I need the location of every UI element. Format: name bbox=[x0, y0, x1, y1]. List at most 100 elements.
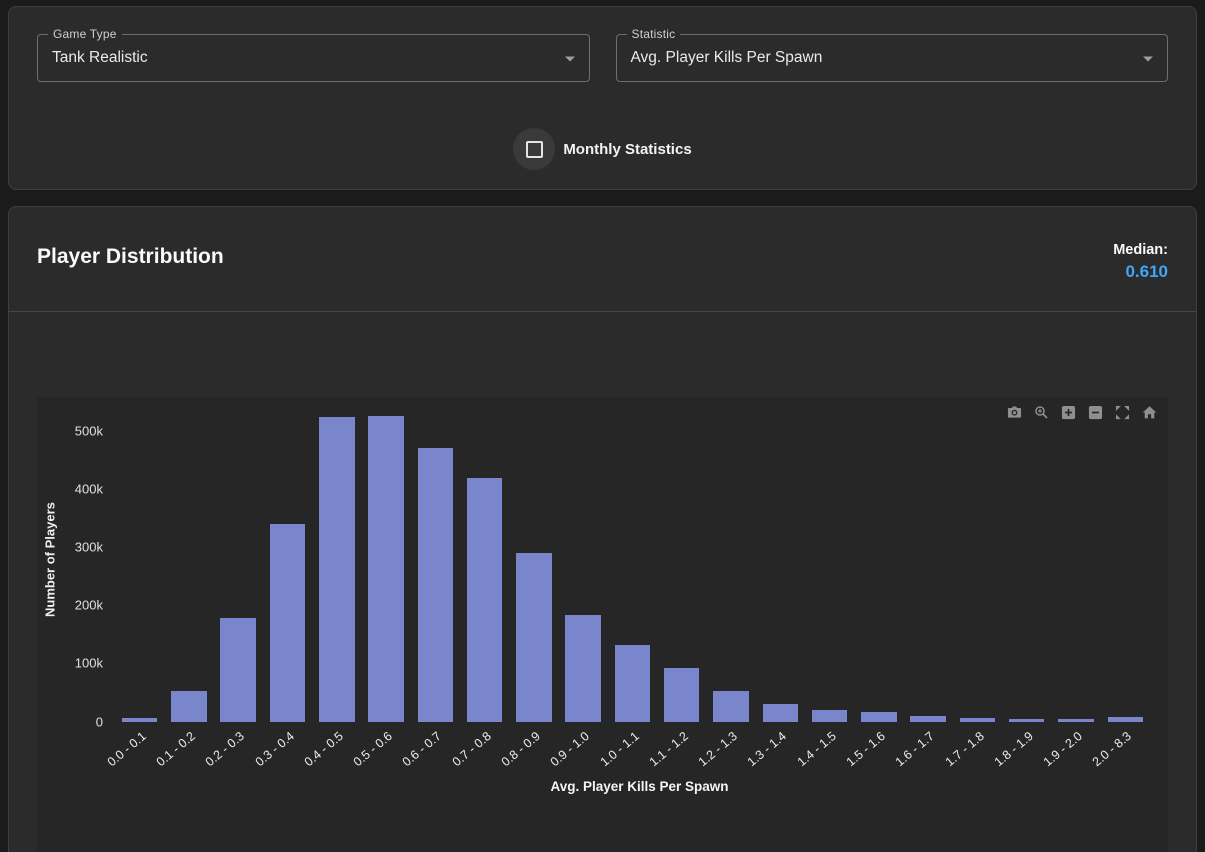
x-tick-label: 0.8 - 0.9 bbox=[499, 729, 543, 769]
player-distribution-card: Player Distribution Median: 0.610 bbox=[8, 206, 1197, 852]
histogram-bar bbox=[664, 668, 699, 722]
y-axis-ticks: 0100k200k300k400k500k bbox=[63, 397, 111, 722]
histogram-bar bbox=[1058, 719, 1093, 722]
bar-slot: 0.9 - 1.0 bbox=[559, 397, 608, 722]
x-tick-label: 1.8 - 1.9 bbox=[992, 729, 1036, 769]
selects-row: Game Type Tank Realistic Statistic Avg. … bbox=[37, 34, 1168, 82]
x-tick-label: 0.2 - 0.3 bbox=[203, 729, 247, 769]
histogram-bar bbox=[763, 704, 798, 722]
autoscale-icon[interactable] bbox=[1113, 404, 1131, 422]
x-tick-label: 1.9 - 2.0 bbox=[1041, 729, 1085, 769]
x-tick-label: 2.0 - 8.3 bbox=[1090, 729, 1134, 769]
monthly-statistics-checkbox[interactable] bbox=[513, 128, 555, 170]
x-tick-label: 0.5 - 0.6 bbox=[351, 729, 395, 769]
x-tick-label: 0.4 - 0.5 bbox=[302, 729, 346, 769]
y-tick-label: 0 bbox=[96, 714, 103, 729]
histogram-bar bbox=[812, 710, 847, 722]
bar-slot: 0.0 - 0.1 bbox=[115, 397, 164, 722]
histogram-bar bbox=[516, 553, 551, 721]
bar-slot: 0.2 - 0.3 bbox=[214, 397, 263, 722]
x-tick-label: 0.6 - 0.7 bbox=[400, 729, 444, 769]
page-title: Player Distribution bbox=[37, 245, 224, 269]
x-axis-title-row: Avg. Player Kills Per Spawn bbox=[37, 778, 1168, 796]
x-tick-label: 1.4 - 1.5 bbox=[794, 729, 838, 769]
monthly-statistics-row: Monthly Statistics bbox=[37, 128, 1168, 170]
bar-slot: 0.3 - 0.4 bbox=[263, 397, 312, 722]
bar-slot: 1.0 - 1.1 bbox=[608, 397, 657, 722]
histogram-bar bbox=[467, 478, 502, 721]
median-label: Median: bbox=[1113, 241, 1168, 261]
y-tick-label: 400k bbox=[75, 482, 103, 497]
bar-slot: 1.5 - 1.6 bbox=[854, 397, 903, 722]
y-axis-title: Number of Players bbox=[37, 397, 63, 722]
bar-slot: 1.6 - 1.7 bbox=[904, 397, 953, 722]
histogram-bar bbox=[220, 618, 255, 721]
bar-slot: 0.4 - 0.5 bbox=[312, 397, 361, 722]
x-tick-label: 0.0 - 0.1 bbox=[104, 729, 148, 769]
bar-slot: 0.1 - 0.2 bbox=[164, 397, 213, 722]
filter-card: Game Type Tank Realistic Statistic Avg. … bbox=[8, 6, 1197, 190]
histogram-bar bbox=[861, 712, 896, 721]
histogram-bar bbox=[368, 416, 403, 722]
game-type-select[interactable]: Game Type Tank Realistic bbox=[37, 34, 590, 82]
x-tick-label: 1.6 - 1.7 bbox=[893, 729, 937, 769]
statistic-select-label: Statistic bbox=[627, 27, 681, 41]
bar-slot: 1.1 - 1.2 bbox=[657, 397, 706, 722]
bar-slot: 1.4 - 1.5 bbox=[805, 397, 854, 722]
histogram-bar bbox=[565, 615, 600, 722]
x-axis-title: Avg. Player Kills Per Spawn bbox=[550, 779, 728, 794]
zoom-out-icon[interactable] bbox=[1086, 404, 1104, 422]
statistic-select[interactable]: Statistic Avg. Player Kills Per Spawn bbox=[616, 34, 1169, 82]
zoom-in-icon[interactable] bbox=[1059, 404, 1077, 422]
histogram-bar bbox=[319, 417, 354, 721]
y-tick-label: 500k bbox=[75, 424, 103, 439]
bar-slot: 0.6 - 0.7 bbox=[411, 397, 460, 722]
bar-slot: 1.3 - 1.4 bbox=[756, 397, 805, 722]
chevron-down-icon bbox=[1143, 57, 1153, 62]
median-value: 0.610 bbox=[1113, 261, 1168, 284]
plot-grid: Number of Players 0100k200k300k400k500k … bbox=[37, 397, 1168, 722]
home-icon[interactable] bbox=[1140, 404, 1158, 422]
x-tick-label: 0.7 - 0.8 bbox=[449, 729, 493, 769]
zoom-icon[interactable] bbox=[1032, 404, 1050, 422]
histogram-bar bbox=[1009, 719, 1044, 722]
statistic-select-value: Avg. Player Kills Per Spawn bbox=[631, 49, 823, 67]
game-type-select-value: Tank Realistic bbox=[52, 49, 148, 67]
x-tick-label: 1.2 - 1.3 bbox=[696, 729, 740, 769]
x-tick-label: 0.9 - 1.0 bbox=[548, 729, 592, 769]
histogram-bar bbox=[270, 524, 305, 721]
y-tick-label: 100k bbox=[75, 656, 103, 671]
monthly-statistics-label[interactable]: Monthly Statistics bbox=[563, 141, 691, 158]
checkbox-icon bbox=[526, 141, 543, 158]
chevron-down-icon bbox=[565, 57, 575, 62]
bars-row: 0.0 - 0.10.1 - 0.20.2 - 0.30.3 - 0.40.4 … bbox=[111, 397, 1154, 722]
camera-icon[interactable] bbox=[1005, 404, 1023, 422]
y-tick-label: 300k bbox=[75, 540, 103, 555]
x-tick-label: 1.1 - 1.2 bbox=[647, 729, 691, 769]
x-tick-label: 1.7 - 1.8 bbox=[942, 729, 986, 769]
histogram-bar bbox=[615, 645, 650, 721]
plotly-modebar bbox=[1005, 404, 1158, 422]
histogram-bar bbox=[910, 716, 945, 721]
y-tick-label: 200k bbox=[75, 598, 103, 613]
x-tick-label: 0.1 - 0.2 bbox=[154, 729, 198, 769]
median-block: Median: 0.610 bbox=[1113, 241, 1168, 284]
bar-slot: 1.2 - 1.3 bbox=[706, 397, 755, 722]
header-divider bbox=[9, 311, 1196, 312]
bar-slot: 1.7 - 1.8 bbox=[953, 397, 1002, 722]
x-tick-label: 1.3 - 1.4 bbox=[745, 729, 789, 769]
plot-area[interactable]: 0.0 - 0.10.1 - 0.20.2 - 0.30.3 - 0.40.4 … bbox=[111, 397, 1154, 722]
histogram-bar bbox=[122, 718, 157, 721]
histogram-bar bbox=[1108, 717, 1143, 722]
bar-slot: 1.8 - 1.9 bbox=[1002, 397, 1051, 722]
bar-slot: 2.0 - 8.3 bbox=[1101, 397, 1150, 722]
distribution-chart: Number of Players 0100k200k300k400k500k … bbox=[37, 397, 1168, 852]
bar-slot: 1.9 - 2.0 bbox=[1051, 397, 1100, 722]
distribution-header: Player Distribution Median: 0.610 bbox=[9, 207, 1196, 284]
histogram-bar bbox=[960, 718, 995, 721]
game-type-select-label: Game Type bbox=[48, 27, 122, 41]
x-tick-label: 1.0 - 1.1 bbox=[597, 729, 641, 769]
x-tick-label: 0.3 - 0.4 bbox=[252, 729, 296, 769]
bar-slot: 0.5 - 0.6 bbox=[361, 397, 410, 722]
histogram-bar bbox=[418, 448, 453, 722]
